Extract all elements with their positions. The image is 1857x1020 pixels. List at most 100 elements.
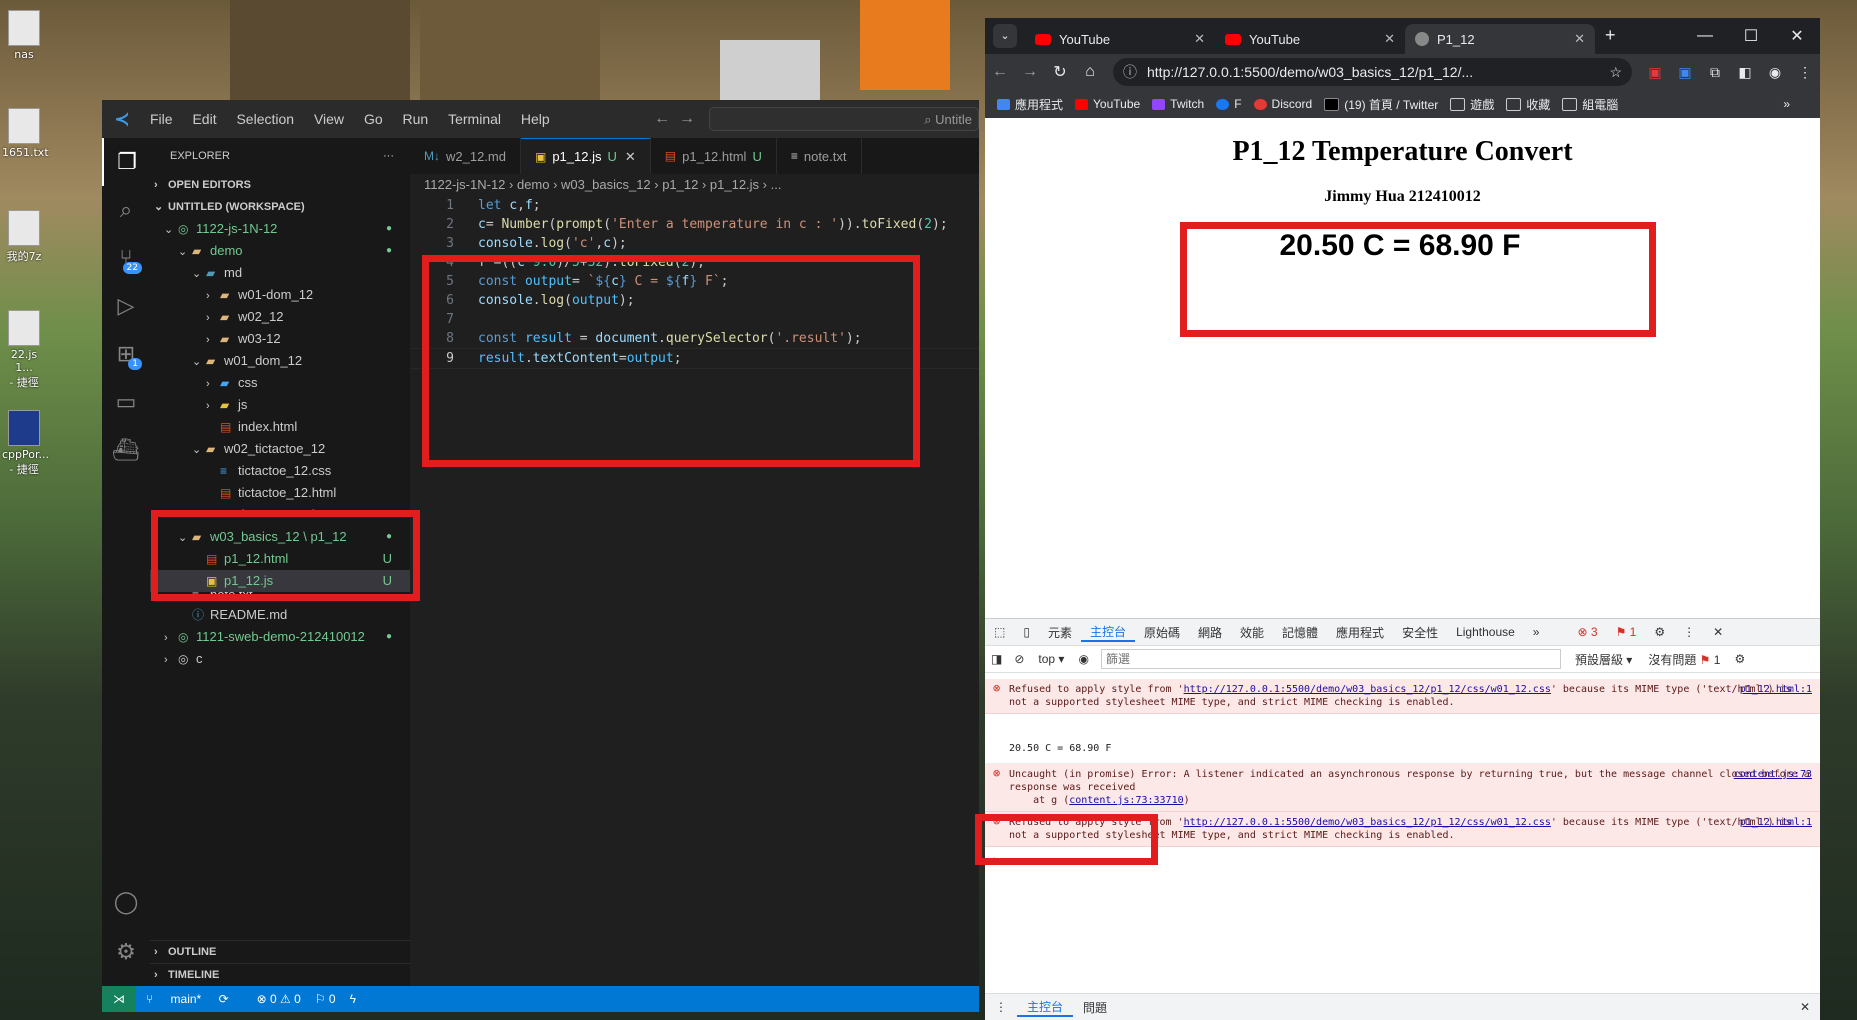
menu-view[interactable]: View xyxy=(306,111,352,127)
bookmark-facebook[interactable]: F xyxy=(1216,97,1242,111)
message-source-link[interactable]: p1_12.html:1 xyxy=(1740,683,1812,696)
bookmark-youtube[interactable]: YouTube xyxy=(1075,97,1140,111)
devtools-menu-icon[interactable]: ⋮ xyxy=(1674,625,1704,639)
menu-run[interactable]: Run xyxy=(395,111,437,127)
menu-edit[interactable]: Edit xyxy=(184,111,224,127)
bookmark-folder-games[interactable]: 遊戲 xyxy=(1450,96,1494,113)
message-link[interactable]: http://127.0.0.1:5500/demo/w03_basics_12… xyxy=(1184,817,1551,828)
bookmark-apps[interactable]: 應用程式 xyxy=(997,96,1063,113)
devtools-settings-icon[interactable]: ⚙ xyxy=(1645,625,1674,639)
address-bar[interactable]: ⓘ http://127.0.0.1:5500/demo/w03_basics_… xyxy=(1113,58,1632,86)
tab-performance[interactable]: 效能 xyxy=(1231,624,1273,641)
home-icon[interactable]: ⌂ xyxy=(1075,63,1105,81)
workspace-section[interactable]: ⌄ UNTITLED (WORKSPACE) xyxy=(150,196,410,218)
desktop-icon-7z[interactable]: 我的7z xyxy=(2,210,46,264)
message-link[interactable]: http://127.0.0.1:5500/demo/w03_basics_12… xyxy=(1184,684,1551,695)
tree-item-js[interactable]: › ▰ js xyxy=(150,394,410,416)
drawer-tab-console[interactable]: 主控台 xyxy=(1017,998,1074,1017)
new-tab-icon[interactable]: + xyxy=(1605,25,1616,46)
bookmark-twitch[interactable]: Twitch xyxy=(1152,97,1204,111)
console-filter-input[interactable] xyxy=(1100,649,1561,669)
tree-item-1121-sweb[interactable]: › ◎ 1121-sweb-demo-212410012 ● xyxy=(150,626,410,648)
explorer-more-button[interactable]: ··· xyxy=(383,150,394,162)
desktop-icon-js-shortcut[interactable]: 22.js 1... - 捷徑 xyxy=(2,310,46,390)
translate-icon[interactable]: ▣ xyxy=(1670,64,1700,81)
device-toolbar-icon[interactable]: ▯ xyxy=(1014,625,1039,639)
tree-item-w03[interactable]: › ▰ w03-12 xyxy=(150,328,410,350)
tree-item-w02-tictactoe[interactable]: ⌄ ▰ w02_tictactoe_12 xyxy=(150,438,410,460)
tree-item-tictactoe-html[interactable]: ▤ tictactoe_12.html xyxy=(150,482,410,504)
profile-avatar-icon[interactable]: ◉ xyxy=(1760,64,1790,81)
tree-item-w01-dom-12[interactable]: ⌄ ▰ w01_dom_12 xyxy=(150,350,410,372)
close-icon[interactable]: ✕ xyxy=(1194,31,1205,47)
nav-back-forward[interactable]: ← → xyxy=(654,110,695,128)
message-source-link[interactable]: content.js:73 xyxy=(1734,768,1812,781)
live-expression-eye-icon[interactable]: ◉ xyxy=(1072,652,1094,666)
chrome-tab-p1-12[interactable]: P1_12 ✕ xyxy=(1405,24,1595,54)
console-settings-icon[interactable]: ⚙ xyxy=(1728,652,1751,666)
warning-count-badge[interactable]: ⚑ 1 xyxy=(1607,625,1646,639)
message-source-link[interactable]: p1_12.html:1 xyxy=(1740,816,1812,829)
reload-icon[interactable]: ↻ xyxy=(1045,62,1075,82)
menu-help[interactable]: Help xyxy=(513,111,558,127)
inspect-element-icon[interactable]: ⬚ xyxy=(985,625,1014,639)
desktop-icon-nas[interactable]: nas xyxy=(2,10,46,61)
tab-console[interactable]: 主控台 xyxy=(1080,623,1135,642)
clear-console-icon[interactable]: ⊘ xyxy=(1008,652,1030,666)
sidebar-toggle-icon[interactable]: ◨ xyxy=(985,652,1008,666)
tree-item-readme[interactable]: ⓘ README.md xyxy=(150,604,410,626)
chrome-tab-youtube-1[interactable]: YouTube ✕ xyxy=(1025,24,1215,54)
tab-w2-md[interactable]: M↓ w2_12.md xyxy=(410,138,521,174)
bookmark-discord[interactable]: Discord xyxy=(1253,97,1312,111)
minimize-icon[interactable]: — xyxy=(1682,27,1728,45)
chrome-tab-youtube-2[interactable]: YouTube ✕ xyxy=(1215,24,1405,54)
tree-item-index-html[interactable]: ▤ index.html xyxy=(150,416,410,438)
settings-gear-icon[interactable]: ⚙ xyxy=(102,928,150,976)
issues-indicator[interactable]: 沒有問題 ⚑ 1 xyxy=(1640,651,1728,668)
remote-explorer-icon[interactable]: ▭ xyxy=(102,378,150,426)
open-editors-section[interactable]: › OPEN EDITORS xyxy=(150,174,410,196)
more-tabs-icon[interactable]: » xyxy=(1524,625,1549,639)
branch-indicator[interactable]: ⑂ main* ⟳ xyxy=(146,992,243,1006)
search-icon[interactable]: ⌕ xyxy=(102,186,150,234)
tab-network[interactable]: 網路 xyxy=(1189,624,1231,641)
menu-file[interactable]: File xyxy=(142,111,181,127)
tab-p1-html[interactable]: ▤ p1_12.html U xyxy=(651,138,777,174)
tree-item-1122-js[interactable]: ⌄ ◎ 1122-js-1N-12 ● xyxy=(150,218,410,240)
bookmark-twitter[interactable]: (19) 首頁 / Twitter xyxy=(1324,96,1438,113)
menu-terminal[interactable]: Terminal xyxy=(440,111,509,127)
tree-item-css[interactable]: › ▰ css xyxy=(150,372,410,394)
docker-icon[interactable]: ⛴ xyxy=(102,426,150,474)
drawer-tab-issues[interactable]: 問題 xyxy=(1073,999,1117,1016)
tree-item-md[interactable]: ⌄ ▰ md xyxy=(150,262,410,284)
desktop-icon-cpp-shortcut[interactable]: cppPor... - 捷徑 xyxy=(2,410,49,477)
tab-lighthouse[interactable]: Lighthouse xyxy=(1447,625,1524,639)
remote-indicator-icon[interactable]: ⋊ xyxy=(102,986,136,1012)
menu-selection[interactable]: Selection xyxy=(228,111,302,127)
source-control-icon[interactable]: ⑂ 22 xyxy=(102,234,150,282)
drawer-close-icon[interactable]: ✕ xyxy=(1790,1000,1820,1014)
tree-item-demo[interactable]: ⌄ ▰ demo ● xyxy=(150,240,410,262)
site-info-icon[interactable]: ⓘ xyxy=(1123,62,1137,82)
tree-item-w02[interactable]: › ▰ w02_12 xyxy=(150,306,410,328)
ports-indicator[interactable]: ⚐ 0 xyxy=(315,992,336,1006)
accounts-icon[interactable]: ◯ xyxy=(102,878,150,926)
maximize-icon[interactable]: ☐ xyxy=(1728,26,1774,46)
chrome-menu-icon[interactable]: ⋮ xyxy=(1790,64,1820,81)
menu-go[interactable]: Go xyxy=(356,111,391,127)
devtools-close-icon[interactable]: ✕ xyxy=(1704,625,1732,639)
command-center[interactable]: ⌕ Untitle xyxy=(709,107,979,131)
tab-security[interactable]: 安全性 xyxy=(1393,624,1447,641)
bookmarks-overflow-icon[interactable]: » xyxy=(1783,97,1790,111)
close-icon[interactable]: ✕ xyxy=(1384,31,1395,47)
outline-section[interactable]: › OUTLINE xyxy=(150,940,410,963)
message-link[interactable]: content.js:73:33710 xyxy=(1069,795,1183,806)
close-window-icon[interactable]: ✕ xyxy=(1774,26,1820,46)
tab-note-txt[interactable]: ≡ note.txt xyxy=(777,138,862,174)
tab-sources[interactable]: 原始碼 xyxy=(1135,624,1189,641)
tab-p1-js[interactable]: ▣ p1_12.js U ✕ xyxy=(520,138,651,174)
bookmark-folder-collection[interactable]: 收藏 xyxy=(1506,96,1550,113)
log-levels-select[interactable]: 預設層級 ▾ xyxy=(1567,651,1640,668)
tree-item-c[interactable]: › ◎ c xyxy=(150,648,410,670)
problems-indicator[interactable]: ⊗ 0 ⚠ 0 xyxy=(257,992,301,1006)
